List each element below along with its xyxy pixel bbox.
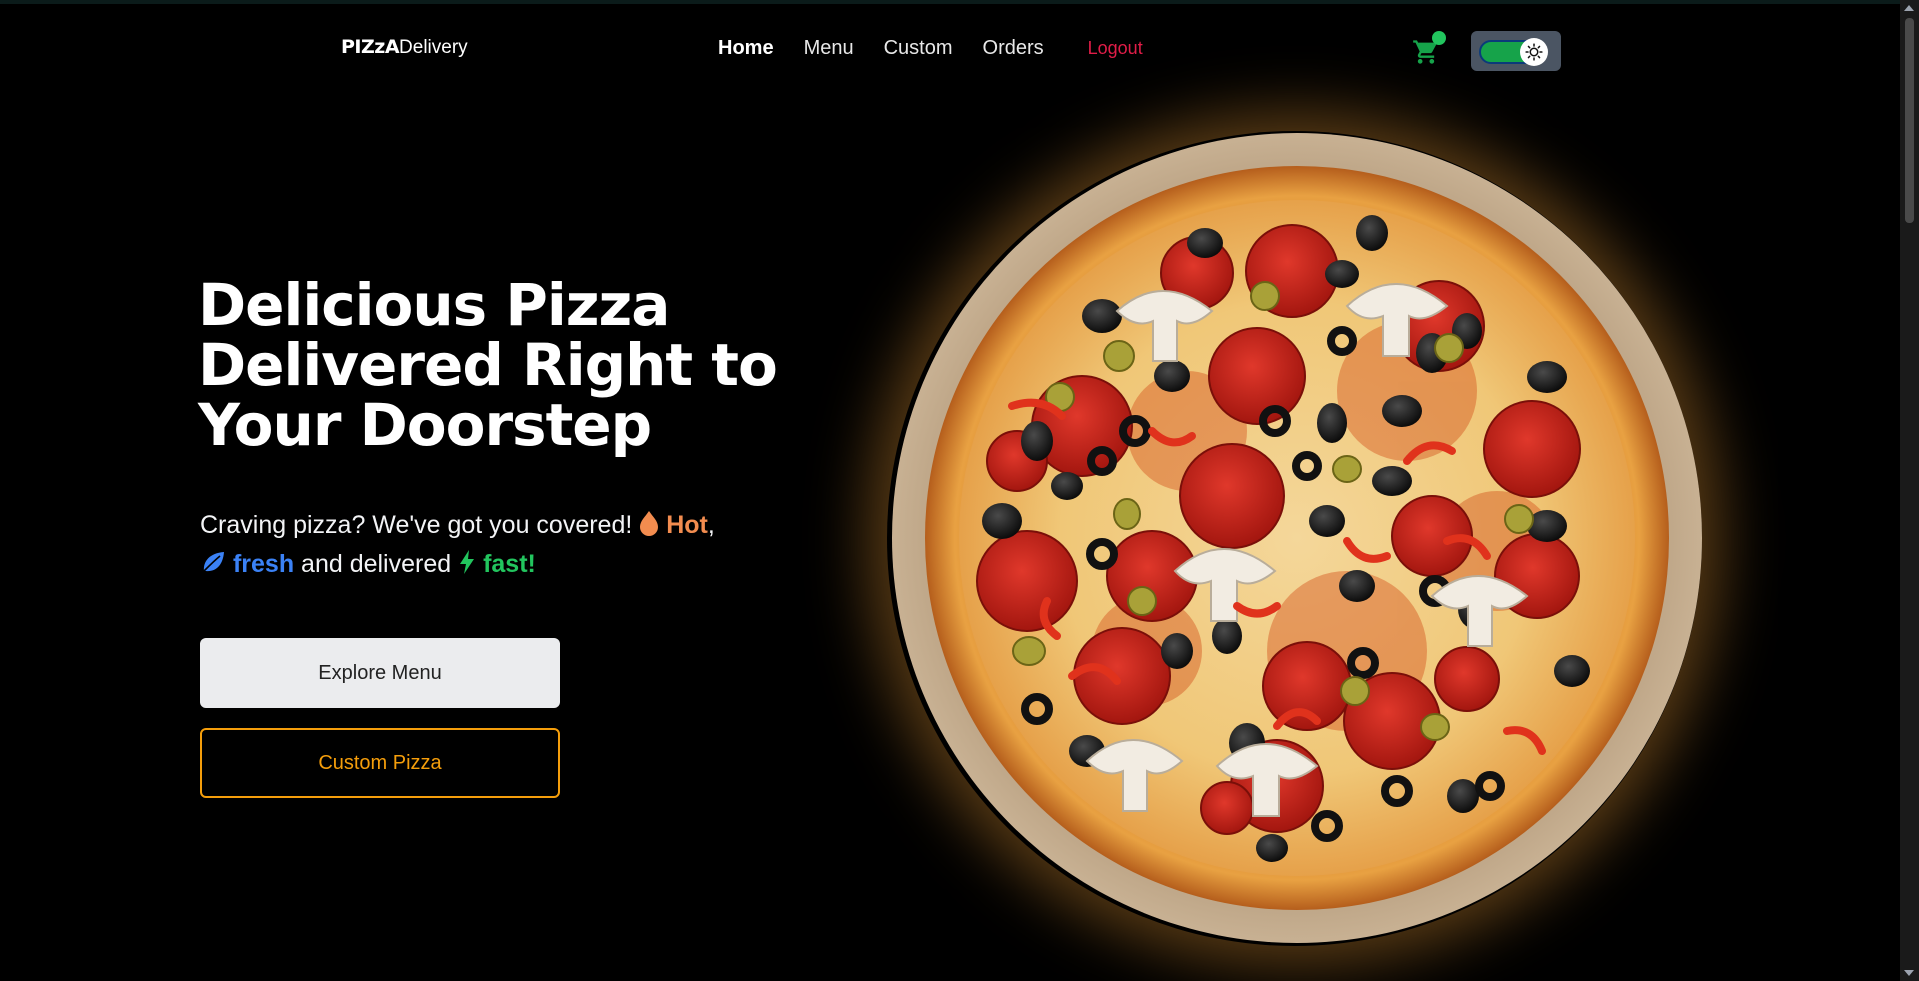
tagline-fresh: fresh [232, 550, 295, 578]
nav-link-orders[interactable]: Orders [983, 34, 1044, 62]
logo-suffix: Delivery [399, 37, 468, 58]
flame-icon [639, 510, 659, 546]
theme-toggle[interactable] [1471, 31, 1561, 71]
logo[interactable]: PIZzADelivery [341, 34, 468, 61]
logo-brand: PIZzA [341, 36, 400, 58]
sun-icon [1520, 38, 1548, 66]
tagline-hot: Hot [666, 511, 708, 539]
pizza-image [887, 131, 1702, 946]
tagline-delivered: and delivered [294, 550, 459, 578]
leaf-icon [200, 549, 226, 585]
cart-notification-dot [1432, 31, 1446, 45]
logout-link[interactable]: Logout [1088, 34, 1143, 62]
hero-tagline: Craving pizza? We've got you covered! Ho… [200, 507, 820, 585]
navbar: PIZzADelivery Home Menu Custom Orders Lo… [0, 4, 1900, 90]
nav-link-custom[interactable]: Custom [884, 34, 953, 62]
hero-title-line-1: Delicious Pizza [198, 271, 670, 339]
nav-link-home[interactable]: Home [718, 34, 774, 62]
scroll-down-arrow-icon[interactable] [1904, 970, 1914, 976]
scroll-up-arrow-icon[interactable] [1904, 5, 1914, 11]
explore-menu-button[interactable]: Explore Menu [200, 638, 560, 708]
nav-link-menu[interactable]: Menu [804, 34, 854, 62]
hero-title-line-3: Your Doorstep [198, 391, 652, 459]
scrollbar-thumb[interactable] [1905, 18, 1914, 223]
tagline-start: Craving pizza? We've got you covered! [200, 511, 640, 539]
page: PIZzADelivery Home Menu Custom Orders Lo… [0, 0, 1919, 981]
hero-title-line-2: Delivered Right to [198, 331, 778, 399]
tagline-fast: fast! [483, 550, 536, 578]
hero-title: Delicious Pizza Delivered Right to Your … [198, 275, 818, 455]
lightning-icon [458, 549, 476, 585]
custom-pizza-button[interactable]: Custom Pizza [200, 728, 560, 798]
nav-links: Home Menu Custom Orders Logout [718, 34, 1173, 62]
tagline-comma: , [707, 511, 715, 539]
vertical-scrollbar[interactable] [1900, 0, 1919, 981]
